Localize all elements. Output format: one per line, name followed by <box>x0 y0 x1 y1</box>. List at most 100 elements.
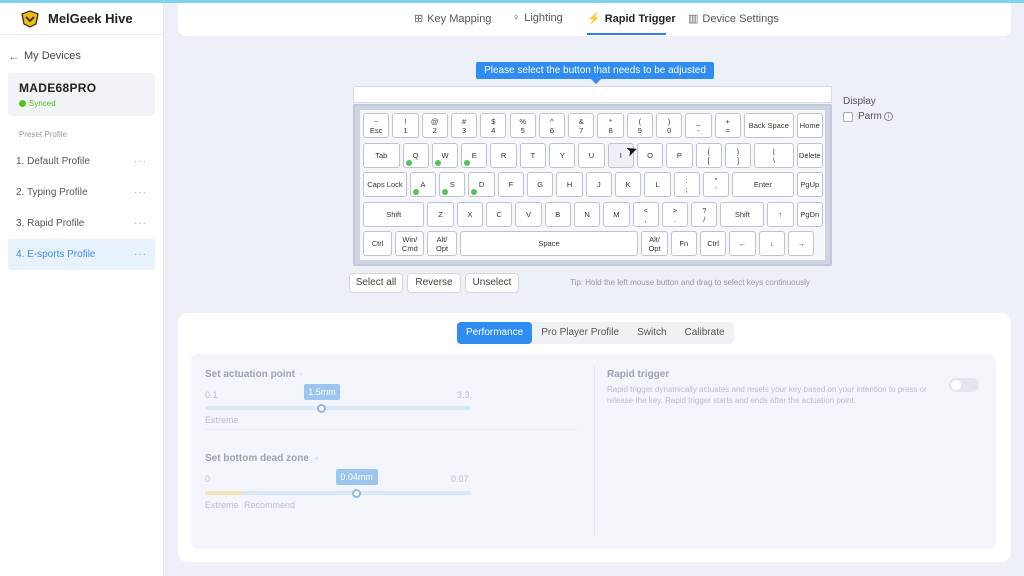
key-symbol[interactable]: {[ <box>695 143 722 168</box>
device-card[interactable]: MADE68PRO Synced <box>8 73 155 116</box>
key-t[interactable]: T <box>519 143 547 168</box>
key-j[interactable]: J <box>585 172 612 197</box>
key-f[interactable]: F <box>497 172 525 197</box>
key-m[interactable]: M <box>603 202 630 227</box>
key-o[interactable]: O <box>636 143 664 168</box>
key-c[interactable]: C <box>486 202 513 227</box>
tab-rapid-trigger[interactable]: ⚡ Rapid Trigger <box>587 12 676 26</box>
actuation-slider-thumb[interactable] <box>317 404 327 413</box>
key-top-label: ? <box>702 205 707 215</box>
info-icon[interactable]: ◦ <box>299 369 302 379</box>
key-opt[interactable]: Alt/Opt <box>427 231 457 256</box>
tab-lighting[interactable]: ♀ Lighting <box>512 12 563 24</box>
key-d[interactable]: D <box>468 172 495 197</box>
key-w[interactable]: W <box>431 143 459 168</box>
key-enter[interactable]: Enter <box>732 172 794 197</box>
key-p[interactable]: P <box>666 143 693 168</box>
tab-calibrate[interactable]: Calibrate <box>676 322 734 344</box>
key-symbol[interactable]: | \ <box>754 143 794 168</box>
key-a[interactable]: A <box>409 172 437 197</box>
key-3[interactable]: #3 <box>450 113 478 138</box>
key-pgup[interactable]: PgUp <box>796 172 823 197</box>
key-v[interactable]: V <box>515 202 542 227</box>
key-cmd[interactable]: Win/Cmd <box>395 231 425 256</box>
back-to-devices-link[interactable]: ← My Devices <box>0 35 163 65</box>
key-symbol[interactable]: ↓ <box>758 231 785 256</box>
key-shift[interactable]: Shift <box>363 202 425 227</box>
reverse-button[interactable]: Reverse <box>407 273 461 293</box>
key-symbol[interactable]: _ - <box>685 113 712 138</box>
key-symbol[interactable]: " ' <box>702 172 730 197</box>
key-g[interactable]: G <box>527 172 554 197</box>
parm-option[interactable]: Parm i <box>843 111 893 122</box>
dead-zone-slider-track[interactable] <box>205 491 471 495</box>
key-4[interactable]: $4 <box>480 113 507 138</box>
profile-item-typing[interactable]: 2. Typing Profile ··· <box>8 177 155 208</box>
tab-device-settings[interactable]: ▥ Device Settings <box>688 12 779 26</box>
key-7[interactable]: & 7 <box>568 113 595 138</box>
key-shift[interactable]: Shift <box>720 202 765 227</box>
key-6[interactable]: ^ 6 <box>538 113 566 138</box>
tab-pro-player-profile[interactable]: Pro Player Profile <box>532 322 628 344</box>
key-u[interactable]: U <box>578 143 605 168</box>
more-options-icon[interactable]: ··· <box>134 187 147 198</box>
key-symbol[interactable]: + = <box>714 113 741 138</box>
parm-checkbox[interactable] <box>843 111 853 122</box>
key-ctrl[interactable]: Ctrl <box>363 231 393 256</box>
key-b[interactable]: B <box>544 202 571 227</box>
column-divider <box>594 366 595 536</box>
key-symbol[interactable]: <, <box>632 202 659 227</box>
key-1[interactable]: ! 1 <box>392 113 419 138</box>
key-z[interactable]: Z <box>427 202 454 227</box>
key-symbol[interactable]: :; <box>673 172 700 197</box>
key-5[interactable]: % 5 <box>509 113 536 138</box>
tab-performance[interactable]: Performance <box>457 322 533 344</box>
key-9[interactable]: (9 <box>626 113 653 138</box>
profile-item-rapid[interactable]: 3. Rapid Profile ··· <box>8 208 155 239</box>
key-n[interactable]: N <box>573 202 601 227</box>
profile-item-default[interactable]: 1. Default Profile ··· <box>8 146 155 177</box>
key-y[interactable]: Y <box>549 143 576 168</box>
tab-switch[interactable]: Switch <box>628 322 675 344</box>
key-back-space[interactable]: Back Space <box>743 113 794 138</box>
actuation-slider-track[interactable] <box>205 406 471 410</box>
key-space[interactable]: Space <box>459 231 639 256</box>
key-e[interactable]: E <box>461 143 488 168</box>
key-2[interactable]: @2 <box>421 113 448 138</box>
select-all-button[interactable]: Select all <box>349 273 403 293</box>
key-r[interactable]: R <box>490 143 517 168</box>
rapid-trigger-toggle[interactable] <box>949 378 979 392</box>
key-caps-lock[interactable]: Caps Lock <box>363 172 407 197</box>
key-delete[interactable]: Delete <box>796 143 823 168</box>
key-h[interactable]: H <box>556 172 583 197</box>
key-esc[interactable]: ~ Esc <box>363 113 390 138</box>
key-symbol[interactable]: >. <box>661 202 689 227</box>
more-options-icon[interactable]: ··· <box>134 249 147 260</box>
key-k[interactable]: K <box>614 172 642 197</box>
key-ctrl[interactable]: Ctrl <box>699 231 727 256</box>
key-8[interactable]: * 8 <box>597 113 624 138</box>
unselect-button[interactable]: Unselect <box>465 273 519 293</box>
dead-zone-slider-thumb[interactable] <box>351 489 361 498</box>
info-icon[interactable]: i <box>883 112 893 121</box>
more-options-icon[interactable]: ··· <box>134 218 147 229</box>
profile-item-esports[interactable]: 4. E-sports Profile ··· <box>8 239 155 270</box>
key-symbol[interactable]: ? / <box>691 202 718 227</box>
warning-icon[interactable]: ◦ <box>315 453 318 463</box>
key-symbol[interactable]: → <box>787 231 815 256</box>
key-l[interactable]: L <box>644 172 671 197</box>
key-pgdn[interactable]: PgDn <box>796 202 823 227</box>
key-s[interactable]: S <box>439 172 466 197</box>
key-0[interactable]: ) 0 <box>656 113 683 138</box>
key-opt[interactable]: Alt/Opt <box>641 231 668 256</box>
key-tab[interactable]: Tab <box>363 143 400 168</box>
key-q[interactable]: Q <box>402 143 429 168</box>
key-symbol[interactable]: ↑ <box>767 202 794 227</box>
more-options-icon[interactable]: ··· <box>134 156 147 167</box>
key-x[interactable]: X <box>456 202 484 227</box>
key-fn[interactable]: Fn <box>670 231 697 256</box>
key-home[interactable]: Home <box>796 113 823 138</box>
key-symbol[interactable]: ← <box>729 231 756 256</box>
key-symbol[interactable]: }] <box>724 143 752 168</box>
tab-key-mapping[interactable]: ⊞ Key Mapping <box>414 12 491 26</box>
